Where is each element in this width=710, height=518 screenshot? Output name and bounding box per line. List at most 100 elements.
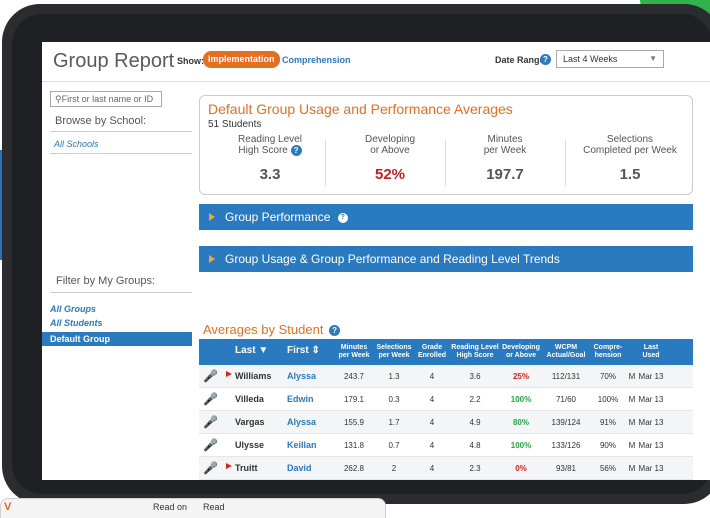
column-header-last[interactable]: Last ▼ — [235, 346, 268, 356]
tab-comprehension[interactable]: Comprehension — [282, 55, 351, 65]
student-first-name[interactable]: Keillan — [287, 440, 317, 450]
table-cell-comprehension: 90% — [599, 441, 616, 450]
table-cell-comprehension: 56% — [599, 464, 616, 473]
metric-value: 197.7 — [486, 166, 524, 183]
header-line: Compre- — [593, 344, 623, 351]
sidebar-item-all-students[interactable]: All Students — [50, 318, 103, 328]
sidebar-item-default-group[interactable]: Default Group — [42, 332, 192, 346]
student-first-name[interactable]: Alyssa — [287, 417, 316, 427]
metric-selections: Selections Completed per Week 1.5 — [570, 134, 690, 183]
table-cell-minutes: 262.8 — [343, 464, 365, 473]
column-header-comprehension[interactable]: Compre-hension — [591, 344, 625, 360]
student-first-name[interactable]: David — [287, 463, 312, 473]
metric-label-line: Developing — [364, 134, 416, 145]
help-icon[interactable]: ? — [290, 145, 302, 156]
student-first-name[interactable]: Alyssa — [287, 371, 316, 381]
table-cell-wcpm: 93/81 — [555, 464, 577, 473]
student-last-name[interactable]: Ulysse — [235, 440, 264, 450]
help-icon[interactable]: ? — [337, 212, 348, 223]
header-line: WCPM — [554, 344, 578, 351]
table-cell-grade: 4 — [429, 372, 435, 381]
metric-label: Minutes per Week — [445, 134, 565, 158]
flag-icon — [226, 463, 232, 469]
header-line: Developing — [502, 344, 540, 351]
chevron-down-icon: ▼ — [649, 54, 657, 63]
date-range-value: Last 4 Weeks — [563, 54, 618, 64]
table-row[interactable]: 🎤 Truitt David 262.8 2 4 2.3 0% 93/81 56% M Mar 13 — [199, 457, 693, 480]
student-search-input[interactable]: ⚲First or last name or ID — [50, 91, 162, 107]
table-cell-selections: 2 — [391, 464, 397, 473]
student-last-name[interactable]: Truitt — [235, 463, 258, 473]
table-cell-developing: 100% — [510, 441, 532, 450]
metric-label-line: High Score — [238, 145, 288, 156]
microphone-icon[interactable]: 🎤 — [203, 461, 218, 475]
summary-card: Default Group Usage and Performance Aver… — [199, 95, 693, 195]
help-icon[interactable]: ? — [329, 325, 341, 336]
table-row[interactable]: 🎤 Williams Alyssa 243.7 1.3 4 3.6 25% 112/131 70%… — [199, 365, 693, 388]
column-header-wcpm[interactable]: WCPM Actual/Goal — [543, 344, 589, 360]
table-cell-last-used: Mar 13 — [638, 372, 664, 381]
date-range-select[interactable]: Last 4 Weeks ▼ — [556, 50, 664, 68]
table-cell-reading: 3.6 — [469, 372, 481, 381]
student-count: 51 Students — [208, 119, 262, 130]
sidebar-item-all-schools[interactable]: All Schools — [54, 139, 99, 149]
column-header-developing[interactable]: Developing or Above — [499, 344, 543, 360]
table-cell-comprehension: 70% — [599, 372, 616, 381]
microphone-icon[interactable]: 🎤 — [203, 415, 218, 429]
metric-label: Selections Completed per Week — [570, 134, 690, 158]
student-last-name[interactable]: Vargas — [235, 417, 265, 427]
header-line: Selections — [376, 344, 412, 351]
metric-minutes: Minutes per Week 197.7 — [445, 134, 565, 183]
metric-value: 1.5 — [619, 166, 641, 183]
show-label: Show: — [177, 56, 204, 66]
column-header-minutes[interactable]: Minutes per Week — [336, 344, 372, 360]
column-header-last-used[interactable]: Last Used — [636, 344, 666, 360]
microphone-icon[interactable]: 🎤 — [203, 369, 218, 383]
column-header-first[interactable]: First ⇕ — [287, 346, 320, 356]
header-line: Actual/Goal — [546, 352, 586, 359]
table-cell-reading: 2.2 — [469, 395, 481, 404]
divider — [50, 292, 192, 293]
group-performance-bar[interactable]: Group Performance ? — [199, 204, 693, 230]
bottom-card: V Read on Read — [0, 498, 386, 518]
microphone-icon[interactable]: 🎤 — [203, 392, 218, 406]
column-header-selections[interactable]: Selections per Week — [374, 344, 414, 360]
header-line: Minutes — [340, 344, 368, 351]
column-header-reading-level[interactable]: Reading Level High Score — [449, 344, 501, 360]
sidebar-item-all-groups[interactable]: All Groups — [50, 304, 96, 314]
table-row[interactable]: 🎤 Villeda Edwin 179.1 0.3 4 2.2 100% 71/60 100% M M… — [199, 388, 693, 411]
table-cell-minutes: 155.9 — [343, 418, 365, 427]
student-last-name[interactable]: Villeda — [235, 394, 264, 404]
summary-title: Default Group Usage and Performance Aver… — [208, 101, 513, 117]
header-line: Grade — [421, 344, 443, 351]
microphone-icon[interactable]: 🎤 — [203, 438, 218, 452]
table-cell-selections: 0.7 — [388, 441, 400, 450]
student-first-name[interactable]: Edwin — [287, 394, 314, 404]
tablet-screen: Group Report Show: Implementation Compre… — [42, 42, 710, 480]
tab-implementation[interactable]: Implementation — [203, 51, 280, 68]
table-row[interactable]: 🎤 Ulysse Keillan 131.8 0.7 4 4.8 100% 133/126 90%… — [199, 434, 693, 457]
student-last-name[interactable]: Williams — [235, 371, 271, 381]
table-cell-wcpm: 71/60 — [555, 395, 577, 404]
table-cell-wcpm: 133/126 — [551, 441, 581, 450]
metric-value: 3.3 — [259, 166, 281, 183]
table-cell-minutes: 179.1 — [343, 395, 365, 404]
section-title: Group Performance — [225, 210, 331, 224]
help-icon[interactable]: ? — [540, 54, 551, 65]
divider — [50, 131, 192, 132]
filter-by-groups-label: Filter by My Groups: — [56, 275, 156, 287]
header-line: per Week — [338, 352, 370, 359]
table-cell-selections: 1.3 — [388, 372, 400, 381]
table-cell-wcpm: 112/131 — [551, 372, 581, 381]
bottom-card-header: Read on — [153, 502, 188, 512]
table-cell-last-used: Mar 13 — [638, 395, 664, 404]
bottom-card-header: Read — [203, 502, 225, 512]
usage-trends-bar[interactable]: Group Usage & Group Performance and Read… — [199, 246, 693, 272]
table-cell-wcpm: 139/124 — [551, 418, 581, 427]
table-row[interactable]: 🎤 Vargas Alyssa 155.9 1.7 4 4.9 80% 139/124 91% M M… — [199, 411, 693, 434]
column-header-grade[interactable]: Grade Enrolled — [414, 344, 450, 360]
header-line: per Week — [378, 352, 410, 359]
flag-icon — [226, 371, 232, 377]
table-cell-developing: 25% — [512, 372, 529, 381]
table-cell-last-used: Mar 13 — [638, 418, 664, 427]
